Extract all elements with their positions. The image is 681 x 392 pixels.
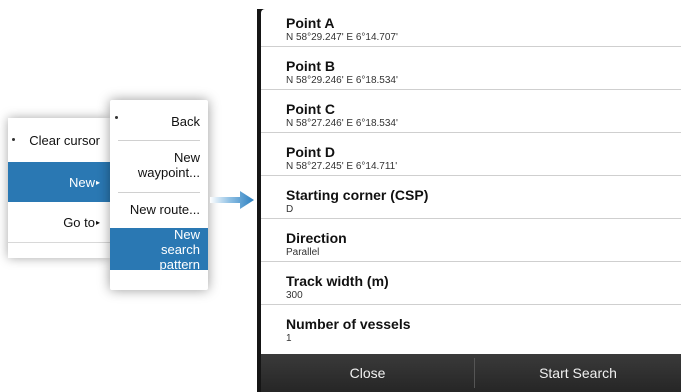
back-button[interactable]: Back [110,108,208,134]
divider [8,242,110,243]
bullet-icon [115,116,118,119]
field-label: Number of vessels [286,316,411,332]
start-search-button[interactable]: Start Search [475,354,681,392]
new-route-label: New route... [129,201,200,217]
new-route-button[interactable]: New route... [110,194,208,224]
arrow-right-icon [210,191,254,209]
menu-item-label: Clear cursor [29,132,100,148]
field-number-of-vessels[interactable]: Number of vessels 1 [261,310,681,348]
field-label: Starting corner (CSP) [286,187,429,203]
submenu-arrow-icon: ▸ [95,217,100,227]
menu-item-new[interactable]: New ▸ [8,162,110,202]
back-label: Back [171,113,200,129]
new-submenu: Back New waypoint... New route... New se… [110,100,208,290]
field-point-b[interactable]: Point B N 58°29.246' E 6°18.534' [261,52,681,90]
field-point-d[interactable]: Point D N 58°27.245' E 6°14.711' [261,138,681,176]
field-label: Point A [286,15,335,31]
field-value: 1 [286,333,292,344]
new-search-pattern-label: New search pattern [159,226,200,272]
divider [118,192,200,193]
menu-item-go-to[interactable]: Go to ▸ [8,202,110,242]
field-starting-corner[interactable]: Starting corner (CSP) D [261,181,681,219]
field-value: N 58°27.245' E 6°14.711' [286,161,398,172]
submenu-arrow-icon: ▸ [95,177,100,187]
field-value: 300 [286,290,303,301]
divider [118,140,200,141]
dialog-body: Point A N 58°29.247' E 6°14.707' Point B… [261,9,681,354]
field-point-c[interactable]: Point C N 58°27.246' E 6°18.534' [261,95,681,133]
field-value: N 58°29.246' E 6°18.534' [286,75,398,86]
field-label: Point D [286,144,335,160]
field-point-a[interactable]: Point A N 58°29.247' E 6°14.707' [261,9,681,47]
new-waypoint-button[interactable]: New waypoint... [110,144,208,186]
menu-item-label: New [68,174,95,190]
field-label: Track width (m) [286,273,389,289]
new-search-pattern-button[interactable]: New search pattern [110,226,208,272]
field-label: Point C [286,101,335,117]
new-waypoint-label: New waypoint... [137,150,200,180]
bullet-icon [12,138,15,141]
field-track-width[interactable]: Track width (m) 300 [261,267,681,305]
search-pattern-dialog: Point A N 58°29.247' E 6°14.707' Point B… [257,9,681,392]
menu-item-label: Go to [63,214,95,230]
field-value: Parallel [286,247,320,258]
dialog-footer: Close Start Search [261,354,681,392]
field-value: N 58°29.247' E 6°14.707' [286,32,398,43]
context-menu: Clear cursor New ▸ Go to ▸ [8,118,110,258]
field-value: N 58°27.246' E 6°18.534' [286,118,398,129]
close-button[interactable]: Close [261,354,474,392]
field-label: Direction [286,230,347,246]
field-label: Point B [286,58,335,74]
field-direction[interactable]: Direction Parallel [261,224,681,262]
field-value: D [286,204,294,215]
menu-item-clear-cursor[interactable]: Clear cursor [8,120,110,160]
